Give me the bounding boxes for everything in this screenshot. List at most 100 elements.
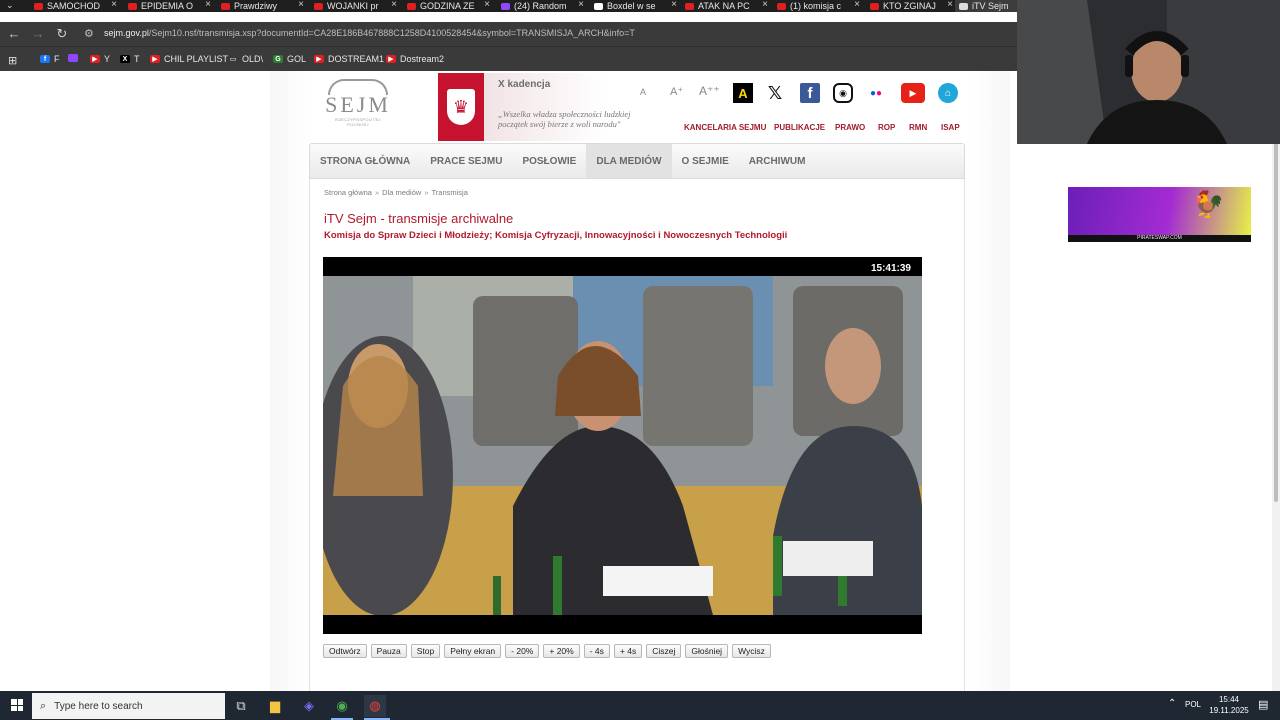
bookmark-item[interactable]: ▶ Dostream2 xyxy=(386,54,444,64)
sejm-logo[interactable]: SEJM RZECZYPOSPOLITEJ POLSKIEJ xyxy=(325,79,391,139)
player-control-button[interactable]: Odtwórz xyxy=(323,644,367,658)
breadcrumb: Strona główna» Dla mediów» Transmisja xyxy=(324,188,468,197)
breadcrumb-home[interactable]: Strona główna xyxy=(324,188,372,197)
tab-label: ATAK NA PC xyxy=(698,1,750,11)
tab-close-icon[interactable]: × xyxy=(391,0,397,10)
top-link[interactable]: PRAWO xyxy=(835,123,865,132)
menu-item[interactable]: ARCHIWUM xyxy=(739,144,816,178)
player-control-button[interactable]: - 4s xyxy=(583,644,610,658)
tab-close-icon[interactable]: × xyxy=(298,0,304,10)
library-icon[interactable]: ⌂ xyxy=(938,83,958,103)
bookmark-item[interactable]: ▶ DOSTREAM1 xyxy=(314,54,384,64)
player-control-button[interactable]: - 20% xyxy=(505,644,540,658)
top-link[interactable]: ROP xyxy=(878,123,895,132)
breadcrumb-section[interactable]: Dla mediów xyxy=(382,188,421,197)
flickr-icon[interactable]: ● ● xyxy=(866,83,886,103)
app-icon[interactable]: ◈ xyxy=(298,695,320,717)
top-link[interactable]: RMN xyxy=(909,123,927,132)
term-label: X kadencja xyxy=(498,79,551,90)
tab-label: (1) komisja c xyxy=(790,1,842,11)
browser-tab[interactable]: Boxdel w se × xyxy=(590,0,683,12)
bookmark-item[interactable]: XT xyxy=(120,54,140,64)
x-twitter-icon[interactable]: 𝕏 xyxy=(765,83,785,103)
taskbar-search[interactable]: ⌕ Type here to search xyxy=(32,693,225,719)
top-link[interactable]: ISAP xyxy=(941,123,960,132)
font-size-medium-button[interactable]: A⁺ xyxy=(670,85,683,98)
task-view-icon[interactable]: ⧉ xyxy=(230,695,252,717)
obs-icon[interactable]: ◍ xyxy=(364,695,386,717)
tab-close-icon[interactable]: × xyxy=(854,0,860,10)
bookmark-favicon-icon: ▭ xyxy=(229,56,237,63)
tab-close-icon[interactable]: × xyxy=(205,0,211,10)
bookmark-item[interactable]: ▭ OLD\ xyxy=(228,54,263,64)
taskbar-clock[interactable]: 15:44 19.11.2025 xyxy=(1206,694,1252,716)
browser-tab[interactable]: KTO ZGINAJ × xyxy=(866,0,959,12)
browser-tab[interactable]: WOJANKI pr × xyxy=(310,0,403,12)
browser-tab[interactable]: iTV Sejm xyxy=(955,0,1017,12)
language-indicator[interactable]: POL xyxy=(1185,700,1201,709)
apps-grid-icon[interactable]: ⊞ xyxy=(8,54,17,67)
player-control-button[interactable]: Wycisz xyxy=(732,644,771,658)
menu-item[interactable]: STRONA GŁÓWNA xyxy=(310,144,420,178)
page-scrollbar[interactable] xyxy=(1272,71,1280,691)
bookmark-item[interactable]: ▶ CHIL PLAYLIST xyxy=(150,54,228,64)
tab-close-icon[interactable]: × xyxy=(947,0,953,10)
file-explorer-icon[interactable]: ▆ xyxy=(264,695,286,717)
browser-tab[interactable]: Prawdziwy × xyxy=(217,0,310,12)
font-size-small-button[interactable]: A xyxy=(640,87,646,97)
browser-tab[interactable]: SAMOCHOD × xyxy=(30,0,123,12)
tab-label: SAMOCHOD xyxy=(47,1,101,11)
facebook-icon[interactable]: f xyxy=(800,83,820,103)
font-size-large-button[interactable]: A⁺⁺ xyxy=(699,84,720,98)
browser-tab[interactable]: ATAK NA PC × xyxy=(681,0,774,12)
player-control-button[interactable]: Głośniej xyxy=(685,644,729,658)
player-control-button[interactable]: + 20% xyxy=(543,644,580,658)
bookmark-label: Dostream2 xyxy=(400,54,445,64)
chrome-icon[interactable]: ◉ xyxy=(331,695,353,717)
webcam-overlay xyxy=(1017,0,1280,144)
player-control-button[interactable]: Stop xyxy=(410,644,441,658)
menu-item[interactable]: DLA MEDIÓW xyxy=(586,144,672,178)
tab-close-icon[interactable]: × xyxy=(578,0,584,10)
player-control-button[interactable]: Pełny ekran xyxy=(444,644,502,658)
player-control-button[interactable]: + 4s xyxy=(613,644,643,658)
forward-icon[interactable]: → xyxy=(30,26,46,41)
reload-icon[interactable]: ↻ xyxy=(54,26,70,42)
bookmark-item[interactable] xyxy=(68,54,82,62)
menu-item[interactable]: PRACE SEJMU xyxy=(420,144,512,178)
windows-start-icon[interactable] xyxy=(11,699,23,711)
top-link[interactable]: PUBLIKACJE xyxy=(774,123,825,132)
menu-item[interactable]: O SEJMIE xyxy=(672,144,739,178)
top-link[interactable]: KANCELARIA SEJMU xyxy=(684,123,766,132)
tab-close-icon[interactable]: × xyxy=(762,0,768,10)
site-info-icon[interactable]: ⚙ xyxy=(84,27,94,40)
bookmark-item[interactable]: ▶ Y xyxy=(90,54,110,64)
instagram-icon[interactable]: ◉ xyxy=(833,83,853,103)
browser-tab[interactable]: GODZINA ZE × xyxy=(403,0,496,12)
menu-item[interactable]: POSŁOWIE xyxy=(512,144,586,178)
tray-chevron-icon[interactable]: ⌃ xyxy=(1168,698,1176,709)
player-control-button[interactable]: Ciszej xyxy=(646,644,682,658)
video-timestamp: 15:41:39 xyxy=(870,263,911,274)
bookmark-item[interactable]: G GOL xyxy=(273,54,306,64)
tab-label: GODZINA ZE xyxy=(420,1,475,11)
tab-search-icon[interactable]: ⌄ xyxy=(6,0,14,11)
tab-close-icon[interactable]: × xyxy=(671,0,677,10)
tab-close-icon[interactable]: × xyxy=(484,0,490,10)
tab-favicon-icon xyxy=(314,2,323,10)
contrast-icon[interactable]: A xyxy=(733,83,753,103)
url-field[interactable]: sejm.gov.pl/Sejm10.nsf/transmisja.xsp?do… xyxy=(104,28,635,38)
video-player[interactable]: 15:41:39 xyxy=(323,257,922,634)
notification-icon[interactable]: ▤ xyxy=(1258,698,1268,711)
browser-tab[interactable]: EPIDEMIA O × xyxy=(124,0,217,12)
tab-close-icon[interactable]: × xyxy=(111,0,117,10)
bookmark-item[interactable]: fF xyxy=(40,54,60,64)
player-control-button[interactable]: Pauza xyxy=(370,644,407,658)
advertisement-banner[interactable]: 🐓 PIRATESWAP.COM xyxy=(1068,187,1251,242)
back-icon[interactable]: ← xyxy=(6,26,22,41)
browser-tab[interactable]: (1) komisja c × xyxy=(773,0,866,12)
browser-tab[interactable]: (24) Random × xyxy=(497,0,590,12)
youtube-icon[interactable]: ▶ xyxy=(901,83,925,103)
bookmark-label: OLD\ xyxy=(242,54,264,64)
breadcrumb-current[interactable]: Transmisja xyxy=(431,188,467,197)
